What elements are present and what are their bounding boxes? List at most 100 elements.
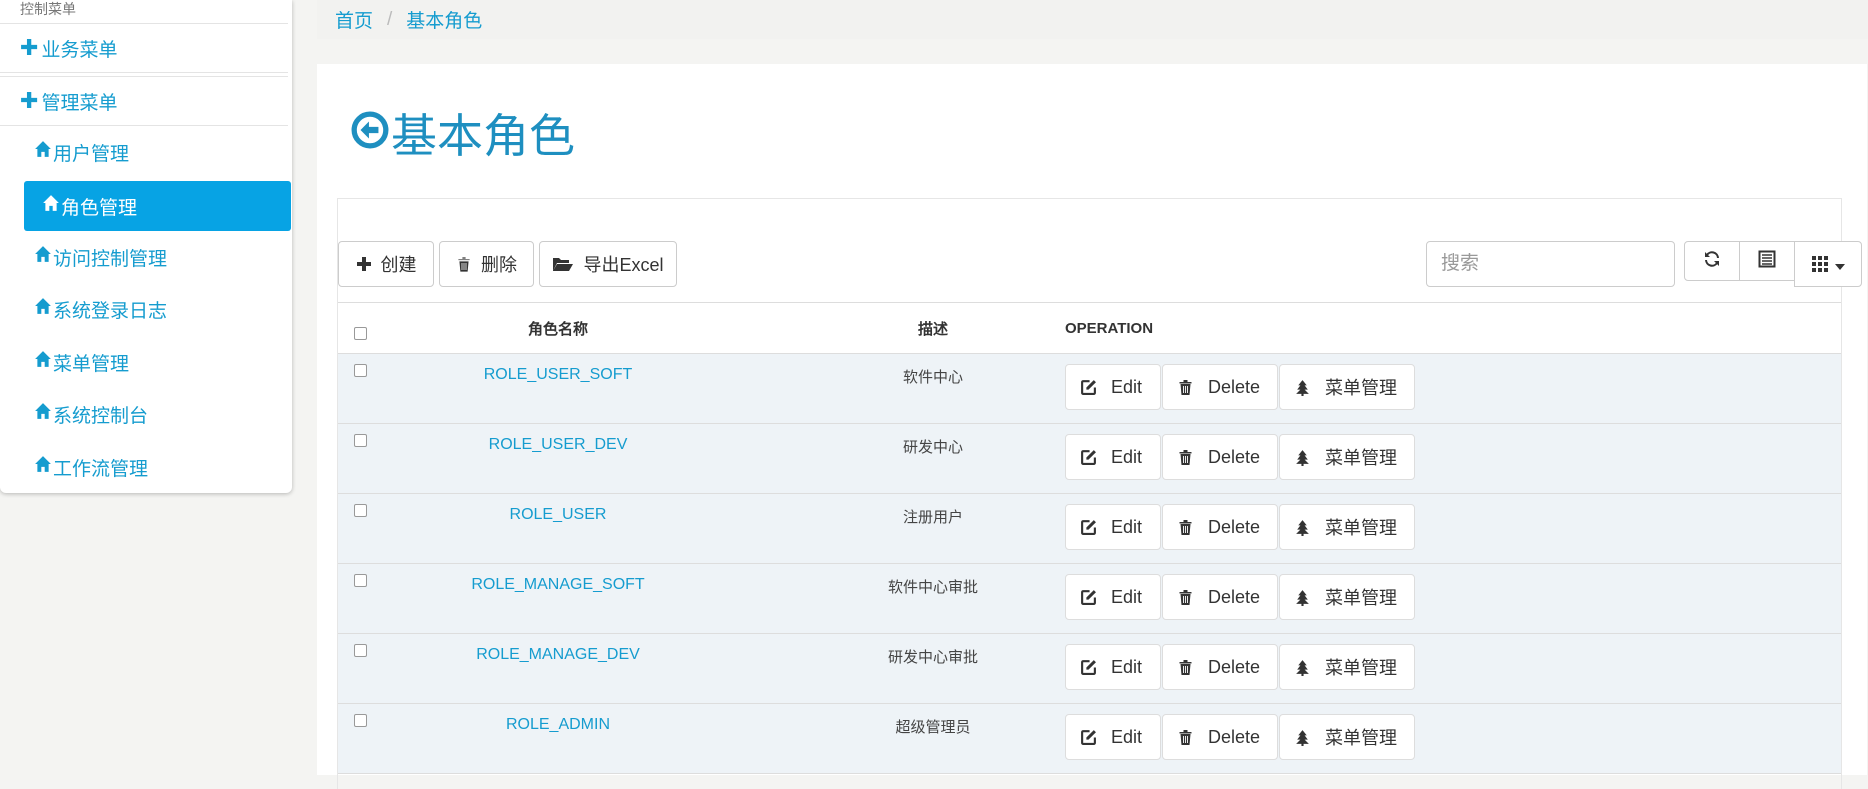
home-icon bbox=[34, 297, 53, 321]
breadcrumb-home-link[interactable]: 首页 bbox=[335, 6, 373, 33]
create-button[interactable]: 创建 bbox=[338, 241, 434, 287]
role-description: 研发中心 bbox=[902, 439, 963, 456]
edit-icon bbox=[1080, 589, 1097, 606]
sidebar-item-label: 访问控制管理 bbox=[53, 248, 168, 270]
role-description: 软件中心 bbox=[902, 369, 963, 386]
tree-icon bbox=[1294, 729, 1311, 746]
caret-down-icon bbox=[1835, 254, 1845, 275]
search-input[interactable] bbox=[1426, 241, 1675, 287]
menu-management-button[interactable]: 菜单管理 bbox=[1279, 364, 1415, 410]
delete-row-button[interactable]: Delete bbox=[1162, 364, 1278, 410]
sidebar-item-menu-management[interactable]: 菜单管理 bbox=[34, 342, 129, 382]
sidebar-item-label: 用户管理 bbox=[53, 143, 130, 165]
delete-row-button-label: Delete bbox=[1208, 586, 1261, 607]
sidebar-item-console[interactable]: 系统控制台 bbox=[34, 394, 148, 434]
page-title-text: 基本角色 bbox=[391, 110, 575, 162]
create-button-label: 创建 bbox=[380, 255, 417, 275]
role-description: 研发中心审批 bbox=[887, 649, 978, 666]
menu-management-button[interactable]: 菜单管理 bbox=[1279, 644, 1415, 690]
role-name-link[interactable]: ROLE_MANAGE_DEV bbox=[358, 646, 758, 664]
edit-icon bbox=[1080, 449, 1097, 466]
list-view-icon bbox=[1758, 250, 1776, 273]
table-row: ROLE_USER_DEV 研发中心 Edit Delete 菜单管理 bbox=[338, 424, 1841, 494]
tree-icon bbox=[1294, 659, 1311, 676]
table-row: ROLE_USER 注册用户 Edit Delete 菜单管理 bbox=[338, 494, 1841, 564]
trash-icon bbox=[1177, 449, 1194, 466]
sidebar-item-login-log[interactable]: 系统登录日志 bbox=[34, 289, 167, 329]
edit-button-label: Edit bbox=[1111, 516, 1143, 537]
sidebar-group-label: 业务菜单 bbox=[41, 39, 118, 61]
delete-row-button-label: Delete bbox=[1208, 516, 1261, 537]
back-circle-icon[interactable] bbox=[351, 106, 391, 160]
edit-button[interactable]: Edit bbox=[1065, 364, 1161, 410]
edit-button[interactable]: Edit bbox=[1065, 574, 1161, 620]
export-excel-button-label: 导出Excel bbox=[583, 255, 664, 275]
table-row: ROLE_ADMIN 超级管理员 Edit Delete 菜单管理 bbox=[338, 704, 1841, 774]
edit-button-label: Edit bbox=[1111, 586, 1143, 607]
edit-button[interactable]: Edit bbox=[1065, 644, 1161, 690]
delete-row-button[interactable]: Delete bbox=[1162, 644, 1278, 690]
menu-management-button-label: 菜单管理 bbox=[1325, 588, 1397, 608]
menu-management-button[interactable]: 菜单管理 bbox=[1279, 434, 1415, 480]
trash-icon bbox=[456, 256, 472, 273]
delete-button[interactable]: 删除 bbox=[439, 241, 534, 287]
trash-icon bbox=[1177, 379, 1194, 396]
sidebar-group-admin[interactable]: ✚ 管理菜单 bbox=[0, 76, 288, 126]
role-description: 注册用户 bbox=[902, 509, 963, 526]
sidebar-caption: 控制菜单 bbox=[20, 1, 76, 17]
edit-button-label: Edit bbox=[1111, 726, 1143, 747]
role-description: 软件中心审批 bbox=[887, 579, 978, 596]
menu-management-button[interactable]: 菜单管理 bbox=[1279, 714, 1415, 760]
home-icon bbox=[34, 140, 53, 164]
export-excel-button[interactable]: 导出Excel bbox=[539, 241, 677, 287]
table-header: 角色名称 描述 OPERATION bbox=[338, 303, 1841, 354]
trash-icon bbox=[1177, 729, 1194, 746]
home-icon bbox=[34, 455, 53, 479]
sidebar-item-workflow[interactable]: 工作流管理 bbox=[34, 447, 148, 487]
delete-row-button[interactable]: Delete bbox=[1162, 504, 1278, 550]
delete-row-button[interactable]: Delete bbox=[1162, 714, 1278, 760]
edit-icon bbox=[1080, 519, 1097, 536]
trash-icon bbox=[1177, 589, 1194, 606]
role-name-link[interactable]: ROLE_USER_DEV bbox=[358, 436, 758, 454]
delete-row-button[interactable]: Delete bbox=[1162, 574, 1278, 620]
roles-table: 角色名称 描述 OPERATION ROLE_USER_SOFT 软件中心 Ed… bbox=[338, 302, 1841, 774]
role-name-link[interactable]: ROLE_USER bbox=[358, 506, 758, 524]
columns-dropdown-button[interactable] bbox=[1794, 241, 1862, 287]
home-icon bbox=[34, 402, 53, 426]
edit-icon bbox=[1080, 659, 1097, 676]
refresh-button[interactable] bbox=[1684, 241, 1740, 281]
main-panel: 基本角色 创建 删除 导出Excel 搜索 角色名称 描述 OPERATION … bbox=[317, 64, 1867, 789]
role-name-link[interactable]: ROLE_USER_SOFT bbox=[358, 366, 758, 384]
delete-row-button-label: Delete bbox=[1208, 446, 1261, 467]
edit-button-label: Edit bbox=[1111, 446, 1143, 467]
home-icon bbox=[34, 350, 53, 374]
sidebar-item-roles[interactable]: 角色管理 bbox=[24, 181, 291, 231]
plus-icon: ✚ bbox=[20, 35, 39, 60]
table-row: ROLE_MANAGE_DEV 研发中心审批 Edit Delete 菜单管理 bbox=[338, 634, 1841, 704]
toggle-view-button[interactable] bbox=[1739, 241, 1795, 281]
delete-row-button[interactable]: Delete bbox=[1162, 434, 1278, 480]
sidebar-item-label: 系统控制台 bbox=[53, 405, 149, 427]
column-header-name[interactable]: 角色名称 bbox=[358, 303, 758, 353]
menu-management-button-label: 菜单管理 bbox=[1325, 728, 1397, 748]
sidebar-item-label: 系统登录日志 bbox=[53, 300, 168, 322]
sidebar-item-users[interactable]: 用户管理 bbox=[34, 132, 129, 172]
edit-button-label: Edit bbox=[1111, 656, 1143, 677]
sidebar-item-access-control[interactable]: 访问控制管理 bbox=[34, 237, 167, 277]
tree-icon bbox=[1294, 519, 1311, 536]
edit-button[interactable]: Edit bbox=[1065, 434, 1161, 480]
menu-management-button-label: 菜单管理 bbox=[1325, 378, 1397, 398]
edit-button[interactable]: Edit bbox=[1065, 714, 1161, 760]
breadcrumb: 首页 / 基本角色 bbox=[317, 0, 1868, 39]
role-name-link[interactable]: ROLE_ADMIN bbox=[358, 716, 758, 734]
role-name-link[interactable]: ROLE_MANAGE_SOFT bbox=[358, 576, 758, 594]
breadcrumb-current[interactable]: 基本角色 bbox=[406, 6, 482, 33]
menu-management-button[interactable]: 菜单管理 bbox=[1279, 504, 1415, 550]
sidebar-group-business[interactable]: ✚ 业务菜单 bbox=[0, 23, 288, 73]
menu-management-button[interactable]: 菜单管理 bbox=[1279, 574, 1415, 620]
tree-icon bbox=[1294, 589, 1311, 606]
edit-button[interactable]: Edit bbox=[1065, 504, 1161, 550]
column-header-desc[interactable]: 描述 bbox=[833, 303, 1033, 353]
home-icon bbox=[42, 194, 61, 218]
